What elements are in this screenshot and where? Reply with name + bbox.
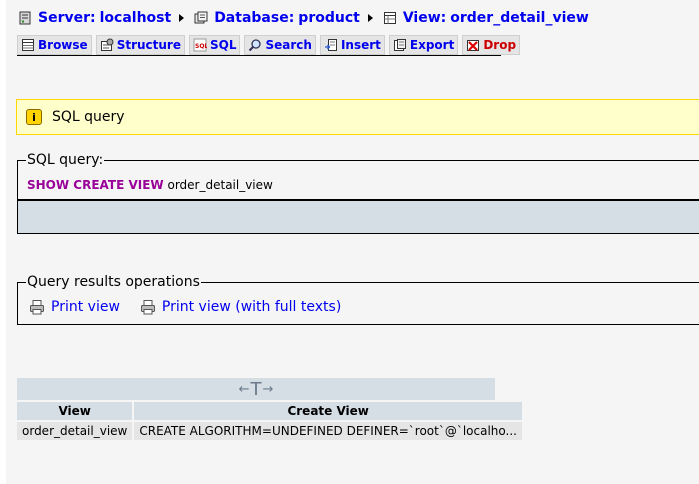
server-icon: [19, 11, 31, 25]
column-header-view[interactable]: View: [17, 402, 133, 422]
view-table-icon: [383, 12, 396, 24]
tab-sql[interactable]: SQL SQL: [188, 35, 241, 55]
breadcrumb-server-value: localhost: [99, 10, 172, 26]
query-results-operations-links: Print view Print view (with full texts): [29, 299, 361, 315]
tab-sql-label: SQL: [209, 38, 237, 52]
arrow-left-icon: ←: [238, 381, 250, 397]
tab-export[interactable]: Export: [388, 35, 459, 55]
table-header-row: View Create View: [17, 402, 522, 422]
printer-icon: [140, 300, 155, 315]
text-toggle-icon: T: [250, 378, 262, 400]
sql-query-legend: SQL query:: [26, 152, 105, 168]
breadcrumb-separator-icon: [179, 14, 185, 22]
breadcrumb: Server: localhost Database: product View…: [18, 8, 589, 28]
tab-export-label: Export: [409, 38, 455, 52]
notice-icon: i: [26, 109, 42, 125]
svg-text:SQL: SQL: [195, 43, 207, 50]
structure-icon: [100, 38, 114, 51]
query-results-operations-legend: Query results operations: [26, 274, 201, 290]
breadcrumb-server-label: Server:: [38, 10, 96, 26]
tab-structure[interactable]: Structure: [95, 35, 185, 55]
column-header-create-view[interactable]: Create View: [134, 402, 522, 422]
breadcrumb-database-value: product: [298, 10, 360, 26]
database-icon: [194, 11, 208, 24]
tab-drop[interactable]: Drop: [462, 35, 521, 55]
sql-icon: SQL: [193, 38, 207, 52]
tab-browse[interactable]: Browse: [17, 35, 92, 55]
tab-drop-label: Drop: [483, 38, 517, 52]
sql-query-footer: [17, 200, 699, 234]
column-toggle-control[interactable]: ← T →: [239, 379, 274, 400]
print-view-link[interactable]: Print view: [29, 299, 120, 315]
tab-search[interactable]: Search: [244, 35, 316, 55]
export-icon: [393, 39, 406, 51]
table-cell-view: order_detail_view: [17, 422, 133, 440]
breadcrumb-view-value: order_detail_view: [450, 10, 589, 26]
print-view-full-texts-link[interactable]: Print view (with full texts): [140, 299, 341, 315]
arrow-right-icon: →: [262, 381, 274, 397]
results-table: View Create View order_detail_view CREAT…: [15, 402, 524, 440]
table-cell-create-view: CREATE ALGORITHM=UNDEFINED DEFINER=`root…: [134, 422, 522, 440]
print-view-full-texts-label: Print view (with full texts): [161, 299, 342, 315]
drop-icon: [467, 40, 480, 51]
insert-icon: [324, 39, 337, 51]
sql-keyword: SHOW CREATE VIEW: [27, 178, 164, 192]
tab-browse-label: Browse: [38, 38, 88, 52]
breadcrumb-server[interactable]: Server: localhost: [18, 10, 171, 26]
search-icon: [249, 39, 262, 52]
print-view-label: Print view: [51, 299, 120, 315]
notice-text: SQL query: [52, 109, 125, 125]
breadcrumb-database-label: Database:: [214, 10, 295, 26]
browse-icon: [22, 39, 34, 51]
sql-query-text: SHOW CREATE VIEW order_detail_view: [27, 178, 273, 192]
left-frame-edge: [0, 0, 6, 484]
results-table-container: ← T → View Create View order_detail_view…: [17, 378, 522, 440]
page: Server: localhost Database: product View…: [0, 0, 699, 484]
query-results-operations-fieldset: Query results operations Print view Prin…: [17, 274, 699, 325]
breadcrumb-view-label: View:: [402, 10, 447, 26]
breadcrumb-separator-icon: [367, 14, 373, 22]
breadcrumb-view[interactable]: View: order_detail_view: [383, 10, 589, 26]
table-row: order_detail_view CREATE ALGORITHM=UNDEF…: [17, 422, 522, 440]
breadcrumb-database[interactable]: Database: product: [194, 10, 360, 26]
tab-structure-label: Structure: [116, 38, 181, 52]
printer-icon: [30, 300, 44, 315]
tab-bar: Browse Structure SQL SQL Search Insert E…: [17, 35, 521, 56]
sql-query-fieldset: SQL query: SHOW CREATE VIEW order_detail…: [17, 152, 699, 200]
results-table-nav: ← T →: [17, 378, 495, 400]
tab-insert[interactable]: Insert: [319, 35, 385, 55]
tab-insert-label: Insert: [340, 38, 381, 52]
tab-search-label: Search: [265, 38, 312, 52]
notice-box: i SQL query: [16, 99, 699, 135]
sql-identifier: order_detail_view: [167, 178, 273, 192]
